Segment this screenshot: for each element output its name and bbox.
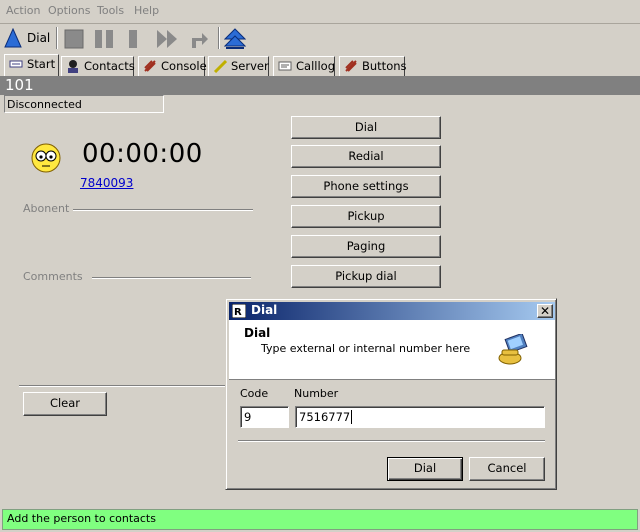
divider <box>92 277 251 279</box>
dial-toolbar-button[interactable]: Dial <box>3 27 50 49</box>
number-label: Number <box>294 387 339 400</box>
status-bar: Add the person to contacts <box>2 509 638 530</box>
dialog-subtitle: Type external or internal number here <box>261 342 471 355</box>
divider <box>238 440 545 442</box>
transfer-icon[interactable] <box>188 28 210 50</box>
tab-start[interactable]: Start <box>4 54 59 76</box>
status-face-icon <box>31 143 61 173</box>
call-timer: 00:00:00 <box>82 139 203 169</box>
dialog-header: Dial Type external or internal number he… <box>229 320 555 380</box>
close-button[interactable]: ✕ <box>537 304 553 318</box>
console-icon <box>144 60 156 72</box>
dialog-heading: Dial <box>244 326 271 340</box>
dial-button[interactable]: Dial <box>291 116 441 139</box>
code-label: Code <box>240 387 269 400</box>
dialog-title: Dial <box>251 303 278 317</box>
toolbar: Dial <box>0 25 640 51</box>
caller-number-link[interactable]: 7840093 <box>80 176 133 190</box>
close-icon: ✕ <box>539 304 551 318</box>
server-icon <box>213 59 227 73</box>
pickup-dial-button[interactable]: Pickup dial <box>291 265 441 288</box>
conference-icon[interactable] <box>224 28 246 50</box>
stop-icon[interactable] <box>63 28 85 50</box>
toolbar-separator <box>218 27 220 49</box>
menu-options[interactable]: Options <box>48 4 90 17</box>
dial-triangle-icon <box>4 28 22 48</box>
start-icon <box>9 60 23 68</box>
divider <box>19 385 229 387</box>
tab-buttons[interactable]: Buttons <box>339 56 407 76</box>
number-input[interactable]: 7516777 <box>295 406 545 428</box>
calllog-icon <box>278 61 292 71</box>
dialog-dial-button[interactable]: Dial <box>387 457 463 481</box>
menu-bar: Action Options Tools Help <box>0 0 640 24</box>
pause-icon[interactable] <box>93 28 115 50</box>
paging-button[interactable]: Paging <box>291 235 441 258</box>
contacts-icon <box>68 60 78 73</box>
extension-bar <box>0 76 640 95</box>
extension-number: 101 <box>5 76 34 94</box>
dialog-title-bar: R Dial ✕ <box>229 302 555 320</box>
tab-contacts[interactable]: Contacts <box>61 56 135 76</box>
pickup-button[interactable]: Pickup <box>291 205 441 228</box>
menu-tools[interactable]: Tools <box>97 4 124 17</box>
menu-help[interactable]: Help <box>134 4 159 17</box>
tab-console[interactable]: Console <box>138 56 207 76</box>
comments-label: Comments <box>23 270 83 283</box>
fast-forward-icon[interactable] <box>156 28 178 50</box>
tab-server[interactable]: Server <box>208 56 269 76</box>
app-logo-icon: R <box>232 304 246 318</box>
phone-settings-button[interactable]: Phone settings <box>291 175 441 198</box>
divider <box>73 209 253 211</box>
tab-calllog[interactable]: Calllog <box>273 56 335 76</box>
dial-dialog: R Dial ✕ Dial Type external or internal … <box>225 298 557 490</box>
telephone-icon <box>498 334 528 365</box>
abonent-label: Abonent <box>23 202 70 215</box>
clear-button[interactable]: Clear <box>23 392 107 416</box>
menu-action[interactable]: Action <box>6 4 40 17</box>
tab-bar: Start Contacts Console Server Calllog Bu… <box>0 54 640 76</box>
hold-icon[interactable] <box>126 28 148 50</box>
buttons-icon <box>345 60 357 72</box>
text-cursor <box>351 410 353 424</box>
toolbar-separator <box>56 27 58 49</box>
svg-text:R: R <box>234 307 242 318</box>
redial-button[interactable]: Redial <box>291 145 441 168</box>
code-input[interactable]: 9 <box>240 406 289 428</box>
dialog-cancel-button[interactable]: Cancel <box>469 457 545 481</box>
connection-status: Disconnected <box>4 95 164 113</box>
